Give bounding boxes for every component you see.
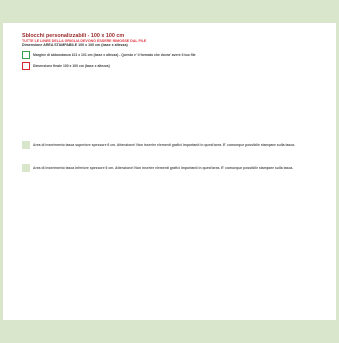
bottom-pocket-swatch <box>22 164 30 172</box>
note-top-pocket: Area di inserimento tasca superiore spes… <box>22 141 295 149</box>
template-header: Sblocchi personalizzabili - 100 x 100 cm… <box>22 33 322 70</box>
bleed-swatch <box>22 50 30 59</box>
bottom-pocket-band <box>0 320 339 343</box>
legend-label-bleed: Margine di abbondanza 101 x 101 cm (base… <box>33 52 196 57</box>
left-margin-strip <box>0 23 3 320</box>
final-size-swatch <box>22 61 30 70</box>
note-bottom-pocket: Area di inserimento tasca inferiore spes… <box>22 164 293 172</box>
legend-item-bleed: Margine di abbondanza 101 x 101 cm (base… <box>22 50 322 59</box>
printable-area-label: Dimensione AREA STAMPABILE 100 x 100 cm … <box>22 43 128 48</box>
legend-label-final-size: Dimensione finale 100 x 100 cm (base x a… <box>33 63 110 68</box>
legend-item-final-size: Dimensione finale 100 x 100 cm (base x a… <box>22 61 322 70</box>
top-pocket-swatch <box>22 141 30 149</box>
top-pocket-band <box>0 0 339 23</box>
note-bottom-pocket-text: Area di inserimento tasca inferiore spes… <box>33 166 294 170</box>
note-top-pocket-text: Area di inserimento tasca superiore spes… <box>33 143 296 147</box>
